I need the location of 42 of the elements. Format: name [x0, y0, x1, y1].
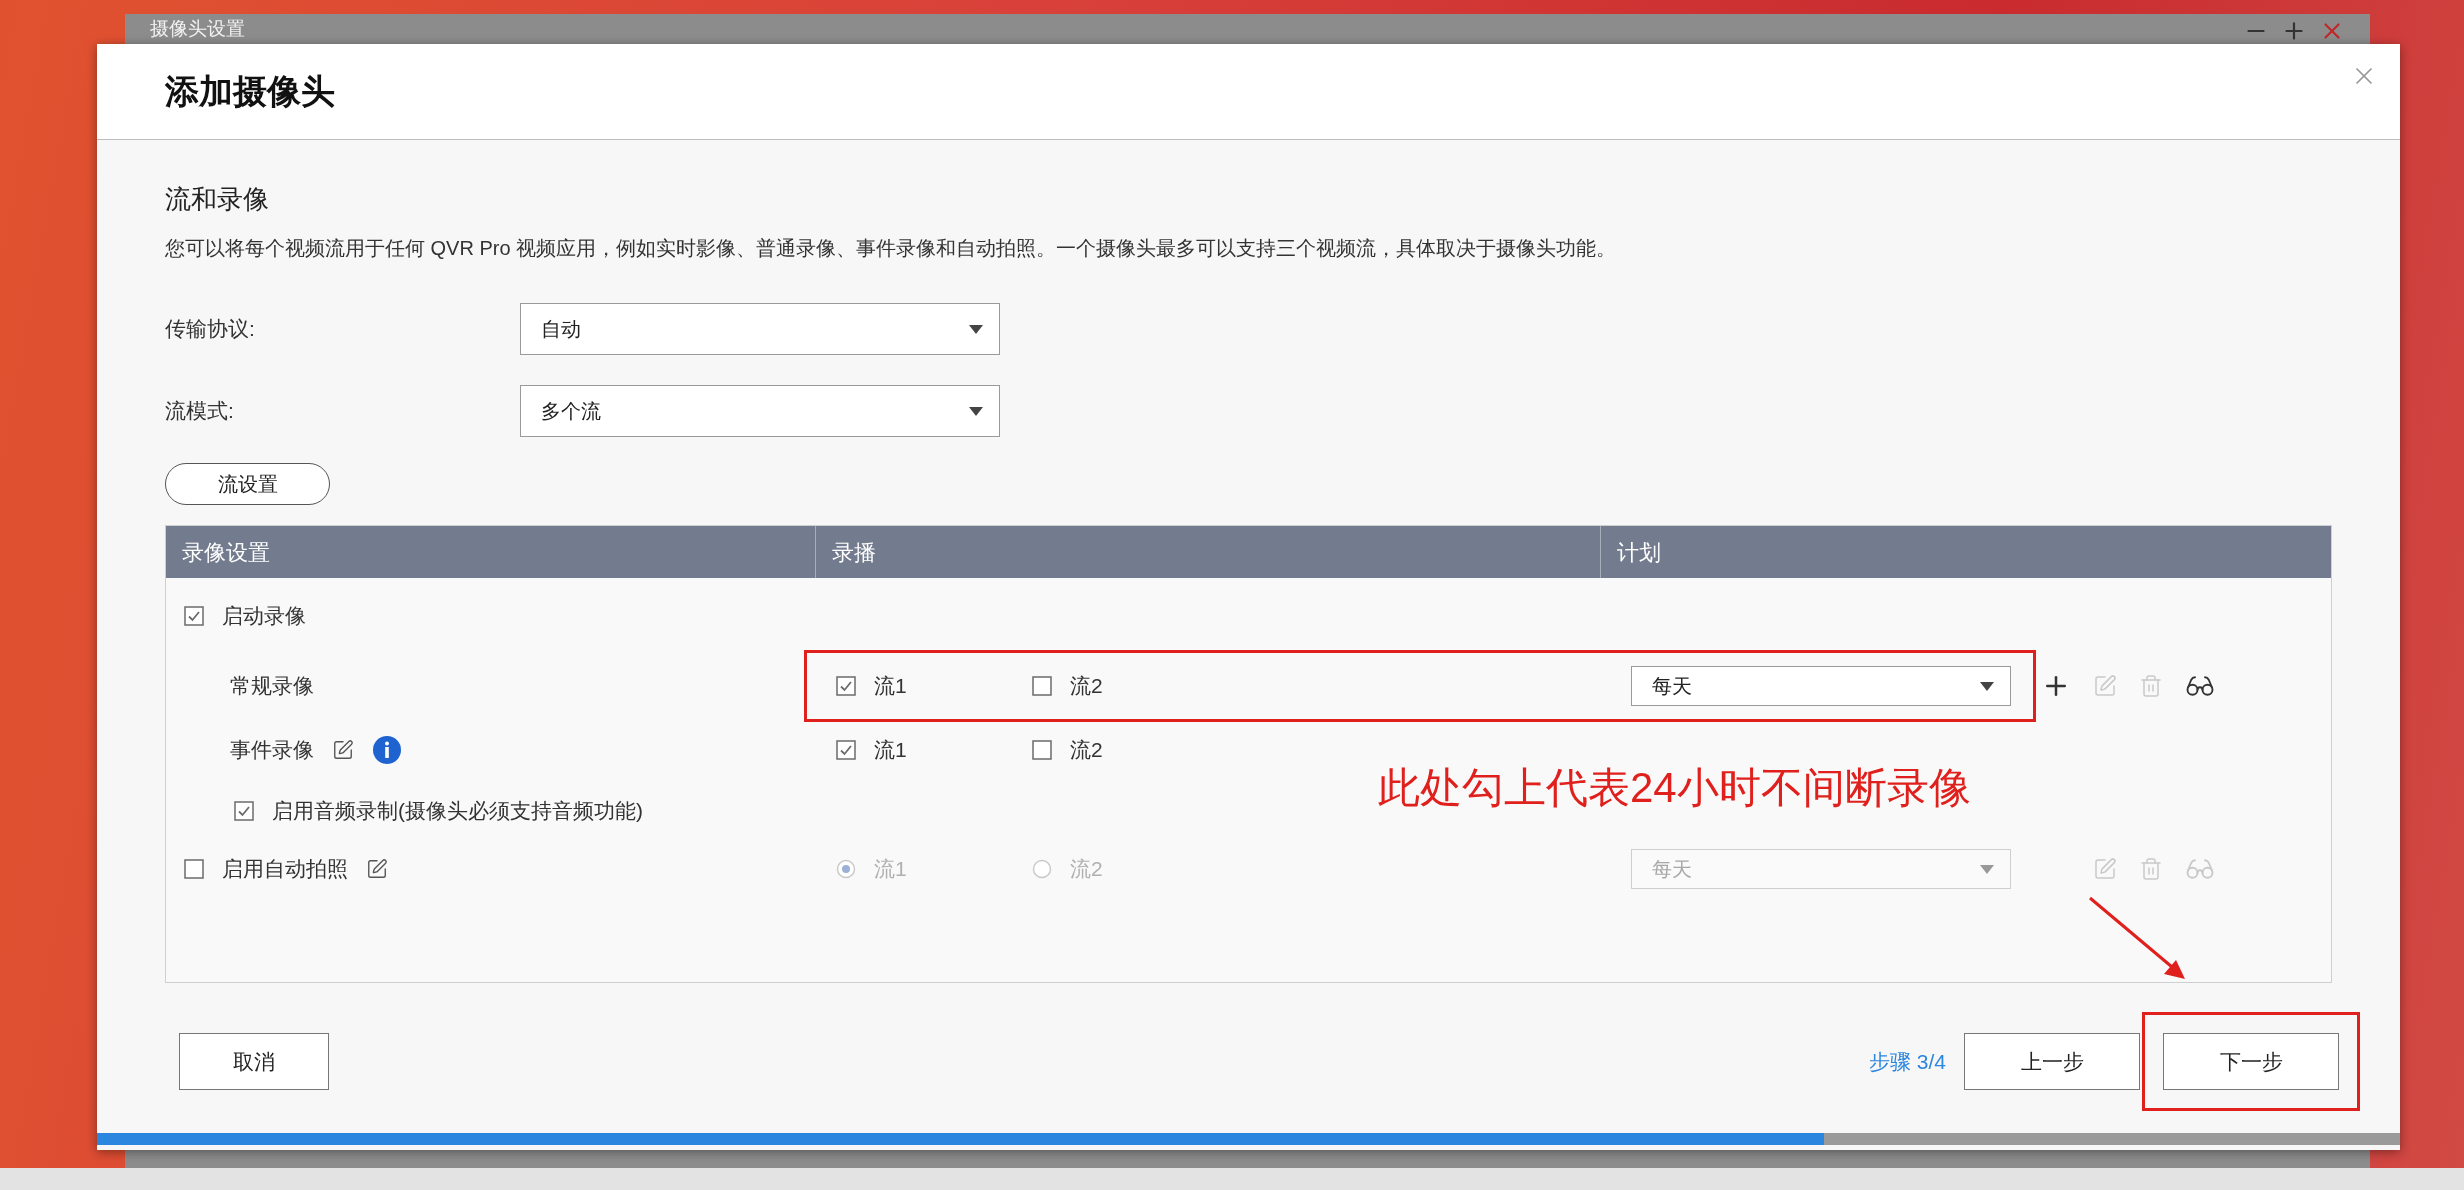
row-label: 启动录像	[222, 603, 306, 630]
next-button[interactable]: 下一步	[2163, 1033, 2339, 1090]
dropdown-select[interactable]: 多个流	[520, 385, 1000, 437]
edit-icon[interactable]	[332, 739, 354, 761]
checked-checkbox[interactable]	[836, 740, 856, 760]
edit-icon[interactable]	[366, 858, 388, 880]
caret-icon	[969, 406, 983, 416]
stream-label: 流2	[1070, 737, 1103, 764]
description: 您可以将每个视频流用于任何 QVR Pro 视频应用，例如实时影像、普通录像、事件录像和自动拍照。一个摄像头最多可以支持三个视频流，具体取决于摄像头功能。	[165, 236, 1618, 261]
stream-label: 流1	[874, 673, 907, 700]
annotation-text: 此处勾上代表24小时不间断录像	[1378, 763, 1971, 813]
column-header: 计划	[1616, 538, 1662, 567]
row-label: 启用自动拍照	[222, 856, 348, 883]
field-label: 流模式:	[165, 398, 235, 425]
field-label: 传输协议:	[165, 316, 256, 343]
checkbox[interactable]	[1032, 676, 1052, 696]
row-label: 常规录像	[230, 673, 314, 700]
caret-icon	[1980, 681, 1994, 691]
dropdown-select[interactable]: 自动	[520, 303, 1000, 355]
caret-icon	[969, 324, 983, 334]
stream-label: 流1	[874, 856, 907, 883]
stream-settings-button[interactable]: 流设置	[165, 463, 330, 505]
window-title: 摄像头设置	[150, 18, 245, 40]
caret-icon	[1980, 864, 1994, 874]
checked-checkbox[interactable]	[184, 606, 204, 626]
stream-label: 流2	[1070, 856, 1103, 883]
column-header: 录播	[816, 526, 1601, 578]
cancel-button[interactable]: 取消	[179, 1033, 329, 1090]
checkbox[interactable]	[1032, 740, 1052, 760]
checked-checkbox[interactable]	[234, 801, 254, 821]
step-indicator: 步骤 3/4	[1868, 1048, 1946, 1075]
back-button[interactable]: 上一步	[1964, 1033, 2140, 1090]
stream-label: 流2	[1070, 673, 1103, 700]
dropdown-select[interactable]: 每天	[1631, 666, 2011, 706]
row-label: 启用音频录制(摄像头必须支持音频功能)	[272, 798, 643, 825]
info-icon[interactable]	[372, 735, 402, 765]
dialog-title: 添加摄像头	[165, 71, 335, 112]
section-title: 流和录像	[165, 183, 270, 216]
checked-checkbox[interactable]	[836, 676, 856, 696]
column-header: 录像设置	[166, 526, 816, 578]
row-label: 事件录像	[230, 737, 314, 764]
stream-label: 流1	[874, 737, 907, 764]
